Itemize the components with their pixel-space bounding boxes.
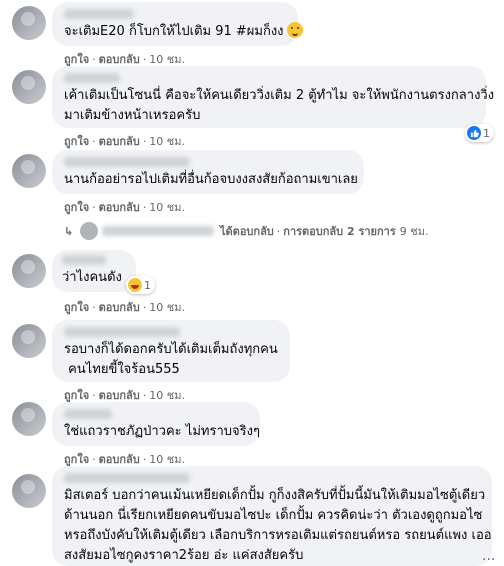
reply-time: 9 ชม.: [399, 225, 429, 238]
comment-bubble: เค้าเติมเป็นโซนนี่ คือจะให้คนเดียววิ่งเต…: [52, 66, 495, 128]
comment-text: เค้าเติมเป็นโซนนี่ คือจะให้คนเดียววิ่งเต…: [64, 88, 495, 123]
replier-name-blurred: [102, 226, 214, 236]
reaction-summary[interactable]: 1: [465, 124, 494, 142]
avatar[interactable]: [12, 154, 46, 188]
reply-link[interactable]: ตอบกลับ: [99, 453, 140, 466]
avatar[interactable]: [12, 474, 46, 508]
confused-emoji-icon: [286, 22, 303, 38]
like-reaction-icon: [467, 126, 481, 140]
comment-text: รอบางก็ได้ดอกครับได้เติมเต็มถังทุกคน คนไ…: [64, 342, 278, 377]
reaction-summary[interactable]: 1: [126, 276, 155, 294]
like-link[interactable]: ถูกใจ: [64, 135, 89, 148]
avatar[interactable]: [12, 6, 46, 40]
like-link[interactable]: ถูกใจ: [64, 301, 89, 314]
haha-reaction-icon: [128, 278, 142, 292]
comment-text: มิสเตอร์ บอกว่าคนเม้นเหยียดเด็กปั้ม กูก็…: [64, 488, 492, 563]
like-link[interactable]: ถูกใจ: [64, 389, 89, 402]
comment-bubble: รอบางก็ได้ดอกครับได้เติมเต็มถังทุกคน คนไ…: [52, 320, 290, 382]
comment-bubble: ว่าไงคนดัง: [52, 250, 136, 292]
reply-avatar: [80, 222, 98, 240]
replies-count-label: การตอบกลับ 2 รายการ: [283, 225, 396, 238]
replied-label: ได้ตอบกลับ: [220, 225, 274, 238]
reply-link[interactable]: ตอบกลับ: [99, 201, 140, 214]
avatar[interactable]: [12, 324, 46, 358]
comment-bubble: นานก้ออย่ารอไปเติมที่อื่นก้อจบงงสงสัยก้อ…: [52, 150, 364, 194]
avatar[interactable]: [12, 70, 46, 104]
comment-bubble: ใช่แถวราชภัฏป่าวคะ ไม่ทราบจริงๆ: [52, 402, 260, 446]
comment-text: นานก้ออย่ารอไปเติมที่อื่นก้อจบงงสงสัยก้อ…: [64, 172, 358, 187]
timestamp[interactable]: 10 ชม.: [149, 301, 185, 314]
comment-text: ใช่แถวราชภัฏป่าวคะ ไม่ทราบจริงๆ: [64, 424, 260, 439]
more-options-icon[interactable]: ···: [482, 552, 495, 566]
like-link[interactable]: ถูกใจ: [64, 453, 89, 466]
timestamp[interactable]: 10 ชม.: [149, 53, 185, 66]
commenter-name-blurred[interactable]: [64, 157, 190, 167]
reaction-count: 1: [483, 126, 490, 140]
reply-arrow-icon: ↳: [64, 224, 74, 238]
avatar[interactable]: [12, 402, 46, 436]
comment-text: ว่าไงคนดัง: [62, 270, 122, 285]
comment-actions: ถูกใจ · ตอบกลับ · 10 ชม.: [64, 135, 185, 148]
reply-link[interactable]: ตอบกลับ: [99, 389, 140, 402]
reply-link[interactable]: ตอบกลับ: [99, 135, 140, 148]
reaction-count: 1: [144, 278, 151, 292]
comment-text: จะเติมE20 ก็โบกให้ไปเติม 91 #ผมก็งง: [64, 22, 303, 42]
avatar[interactable]: [12, 254, 46, 288]
timestamp[interactable]: 10 ชม.: [149, 201, 185, 214]
comment-bubble: มิสเตอร์ บอกว่าคนเม้นเหยียดเด็กปั้ม กูก็…: [52, 466, 492, 566]
reply-link[interactable]: ตอบกลับ: [99, 301, 140, 314]
like-link[interactable]: ถูกใจ: [64, 53, 89, 66]
commenter-name-blurred[interactable]: [64, 473, 190, 483]
comment-actions: ถูกใจ · ตอบกลับ · 10 ชม.: [64, 201, 185, 214]
view-replies-link[interactable]: ↳ ได้ตอบกลับ · การตอบกลับ 2 รายการ 9 ชม.: [64, 222, 428, 240]
commenter-name-blurred[interactable]: [64, 73, 120, 83]
comment-actions: ถูกใจ · ตอบกลับ · 10 ชม.: [64, 301, 185, 314]
comment-bubble: จะเติมE20 ก็โบกให้ไปเติม 91 #ผมก็งง: [52, 2, 303, 46]
commenter-name-blurred[interactable]: [64, 409, 112, 419]
timestamp[interactable]: 10 ชม.: [149, 453, 185, 466]
commenter-name-blurred[interactable]: [64, 327, 180, 337]
like-link[interactable]: ถูกใจ: [64, 201, 89, 214]
commenter-name-blurred[interactable]: [64, 9, 134, 19]
timestamp[interactable]: 10 ชม.: [149, 135, 185, 148]
commenter-name-blurred[interactable]: [62, 255, 106, 265]
reply-link[interactable]: ตอบกลับ: [99, 53, 140, 66]
timestamp[interactable]: 10 ชม.: [149, 389, 185, 402]
